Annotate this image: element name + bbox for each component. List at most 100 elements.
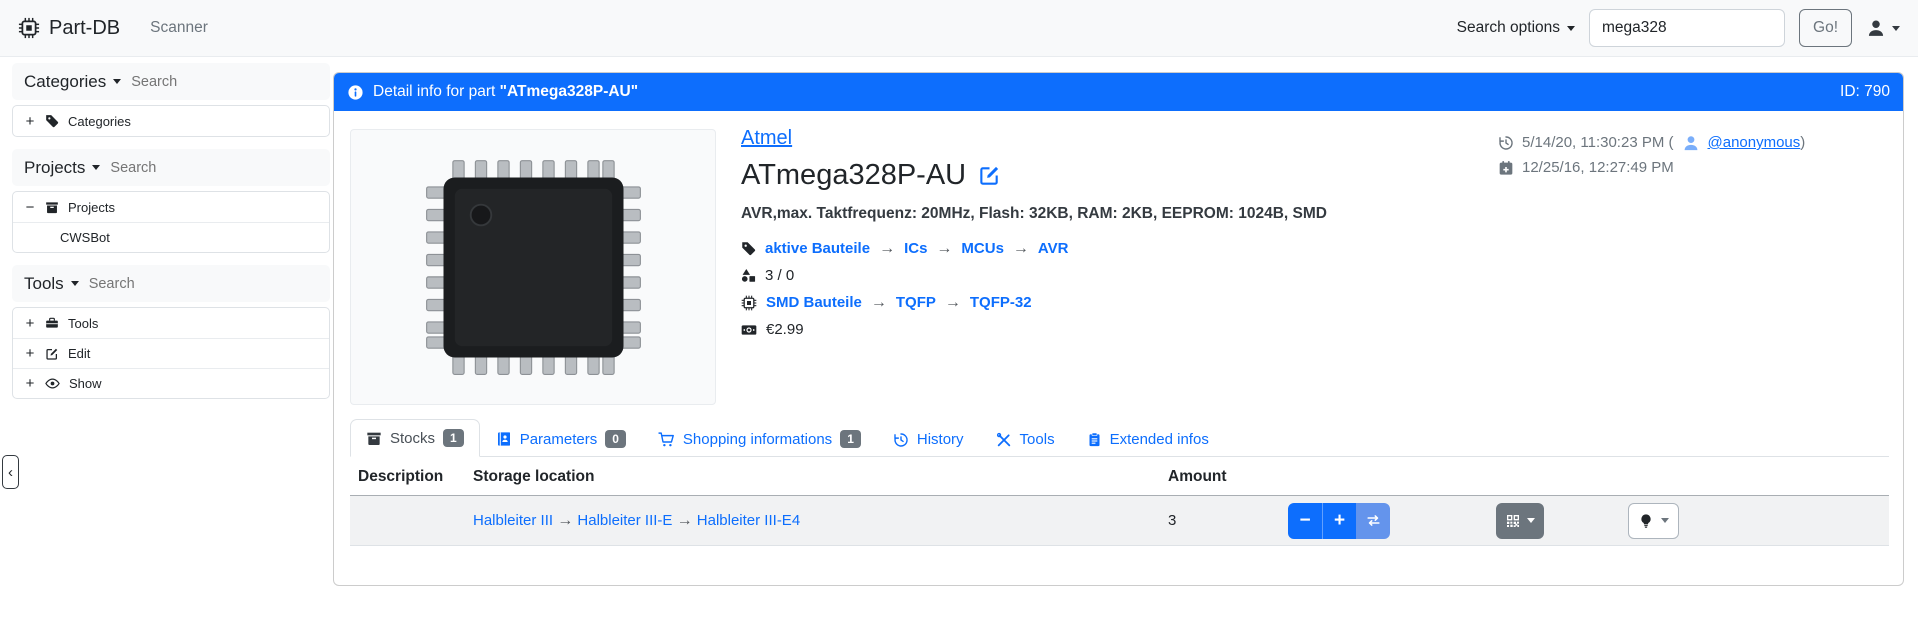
add-stock-button[interactable]: + [1322, 503, 1356, 539]
projects-search-input[interactable] [110, 160, 240, 176]
tree-item-show[interactable]: + Show [13, 368, 329, 398]
stock-row: Halbleiter III → Halbleiter III-E → Halb… [350, 496, 1889, 546]
chevron-left-icon: ‹ [8, 464, 13, 481]
tree-item-edit[interactable]: + Edit [13, 338, 329, 368]
storage-location-breadcrumb: Halbleiter III → Halbleiter III-E → Halb… [465, 496, 1160, 546]
brand[interactable]: Part-DB [18, 17, 120, 40]
sidebar-collapse-button[interactable]: ‹ [2, 455, 19, 489]
expand-toggle[interactable]: + [24, 375, 36, 392]
storage-location-link[interactable]: Halbleiter III [473, 512, 553, 529]
footprint-link[interactable]: SMD Bauteile [766, 294, 862, 311]
go-button[interactable]: Go! [1799, 9, 1852, 47]
storage-location-link[interactable]: Halbleiter III-E4 [697, 512, 800, 529]
arrow-right-icon: → [945, 294, 961, 312]
created-date: 12/25/16, 12:27:49 PM [1522, 159, 1674, 176]
sidebar-panel-tools: Tools + Tools + Edit + [12, 265, 330, 399]
tree-item-cwsbot[interactable]: CWSBot [13, 222, 329, 252]
stock-table: Description Storage location Amount Halb… [350, 459, 1889, 546]
tab-shopping-informations[interactable]: Shopping informations 1 [642, 420, 877, 457]
arrow-right-icon: → [1013, 240, 1029, 258]
category-link[interactable]: aktive Bauteile [765, 240, 870, 257]
book-icon [496, 431, 512, 447]
part-detail-card: Detail info for part "ATmega328P-AU" ID:… [333, 72, 1904, 586]
edit-part-icon[interactable] [978, 164, 1001, 187]
tag-icon [45, 114, 59, 128]
pencil-square-icon [45, 347, 59, 361]
shapes-icon [741, 268, 756, 283]
categories-dropdown[interactable]: Categories [24, 72, 121, 92]
led-locate-dropdown-button[interactable] [1628, 503, 1679, 539]
brand-label: Part-DB [49, 17, 120, 40]
collapse-toggle[interactable]: − [24, 199, 36, 216]
user-link[interactable]: @anonymous [1708, 134, 1801, 151]
footprint-link[interactable]: TQFP [896, 294, 936, 311]
part-details: Atmel ATmega328P-AU AVR,max. Taktfrequen… [741, 127, 1327, 343]
tab-badge: 0 [605, 430, 626, 448]
header-text: Detail info for part "ATmega328P-AU" [373, 83, 638, 101]
col-description: Description [350, 459, 465, 496]
stock-amount: 3 [1160, 496, 1280, 546]
part-description: AVR,max. Taktfrequenz: 20MHz, Flash: 32K… [741, 205, 1327, 223]
part-name: ATmega328P-AU [741, 159, 966, 192]
categories-search-input[interactable] [131, 74, 261, 90]
expand-toggle[interactable]: + [24, 315, 36, 332]
user-icon [1866, 18, 1886, 38]
category-link[interactable]: AVR [1038, 240, 1069, 257]
user-avatar-icon [1682, 134, 1700, 152]
chevron-down-icon [71, 281, 79, 286]
stock-summary-row: 3 / 0 [741, 262, 1327, 289]
tree-item-projects[interactable]: − Projects [13, 192, 329, 222]
eye-icon [45, 376, 60, 391]
tab-extended-infos[interactable]: Extended infos [1071, 421, 1225, 457]
search-options-dropdown[interactable]: Search options [1457, 19, 1575, 37]
tab-bar: Stocks 1 Parameters 0 Shopping informati… [350, 419, 1889, 457]
tools-dropdown[interactable]: Tools [24, 274, 79, 294]
manufacturer-link[interactable]: Atmel [741, 127, 792, 150]
tree-item-tools[interactable]: + Tools [13, 308, 329, 338]
tree-item-label: Projects [68, 200, 115, 215]
tree-item-label: Show [69, 376, 102, 391]
chevron-down-icon [1892, 26, 1900, 31]
stock-summary: 3 / 0 [765, 267, 794, 284]
wrench-screwdriver-icon [996, 432, 1012, 448]
sidebar-panel-categories: Categories + Categories [12, 63, 330, 137]
projects-dropdown[interactable]: Projects [24, 158, 100, 178]
toolbox-icon [45, 316, 59, 330]
part-image[interactable] [350, 129, 716, 405]
swap-arrows-icon [1365, 512, 1382, 529]
footprint-link[interactable]: TQFP-32 [970, 294, 1032, 311]
arrow-right-icon: → [677, 512, 693, 529]
sidebar-panel-projects: Projects − Projects CWSBot [12, 149, 330, 253]
tree-item-label: Categories [68, 114, 131, 129]
cart-icon [658, 431, 675, 448]
last-modified: 5/14/20, 11:30:23 PM ( [1522, 134, 1674, 151]
expand-toggle[interactable]: + [24, 345, 36, 362]
storage-location-link[interactable]: Halbleiter III-E [577, 512, 672, 529]
category-link[interactable]: MCUs [961, 240, 1004, 257]
tab-history[interactable]: History [877, 421, 980, 457]
tab-stocks[interactable]: Stocks 1 [350, 419, 480, 457]
chevron-down-icon [1567, 26, 1575, 31]
tree-item-label: Edit [68, 346, 90, 361]
chip-icon [741, 295, 757, 311]
tab-parameters[interactable]: Parameters 0 [480, 420, 642, 457]
tab-badge: 1 [443, 429, 464, 447]
timestamps: 5/14/20, 11:30:23 PM ( @anonymous) 12/25… [1498, 130, 1805, 180]
arrow-right-icon: → [879, 240, 895, 258]
tab-tools[interactable]: Tools [980, 421, 1071, 457]
lightbulb-icon [1638, 513, 1654, 529]
label-dropdown-button[interactable] [1496, 503, 1544, 539]
expand-toggle[interactable]: + [24, 113, 36, 130]
category-breadcrumb: aktive Bauteile → ICs → MCUs → AVR [741, 235, 1327, 262]
user-menu-dropdown[interactable] [1866, 18, 1900, 38]
category-link[interactable]: ICs [904, 240, 927, 257]
search-input[interactable] [1589, 9, 1785, 47]
nav-item-scanner[interactable]: Scanner [150, 19, 208, 37]
tools-search-input[interactable] [89, 276, 219, 292]
tree-item-label: Tools [68, 316, 98, 331]
box-icon [366, 430, 382, 446]
move-stock-button[interactable] [1356, 503, 1390, 539]
withdraw-button[interactable]: − [1288, 503, 1322, 539]
tree-item-categories[interactable]: + Categories [13, 106, 329, 136]
info-icon [347, 84, 364, 101]
